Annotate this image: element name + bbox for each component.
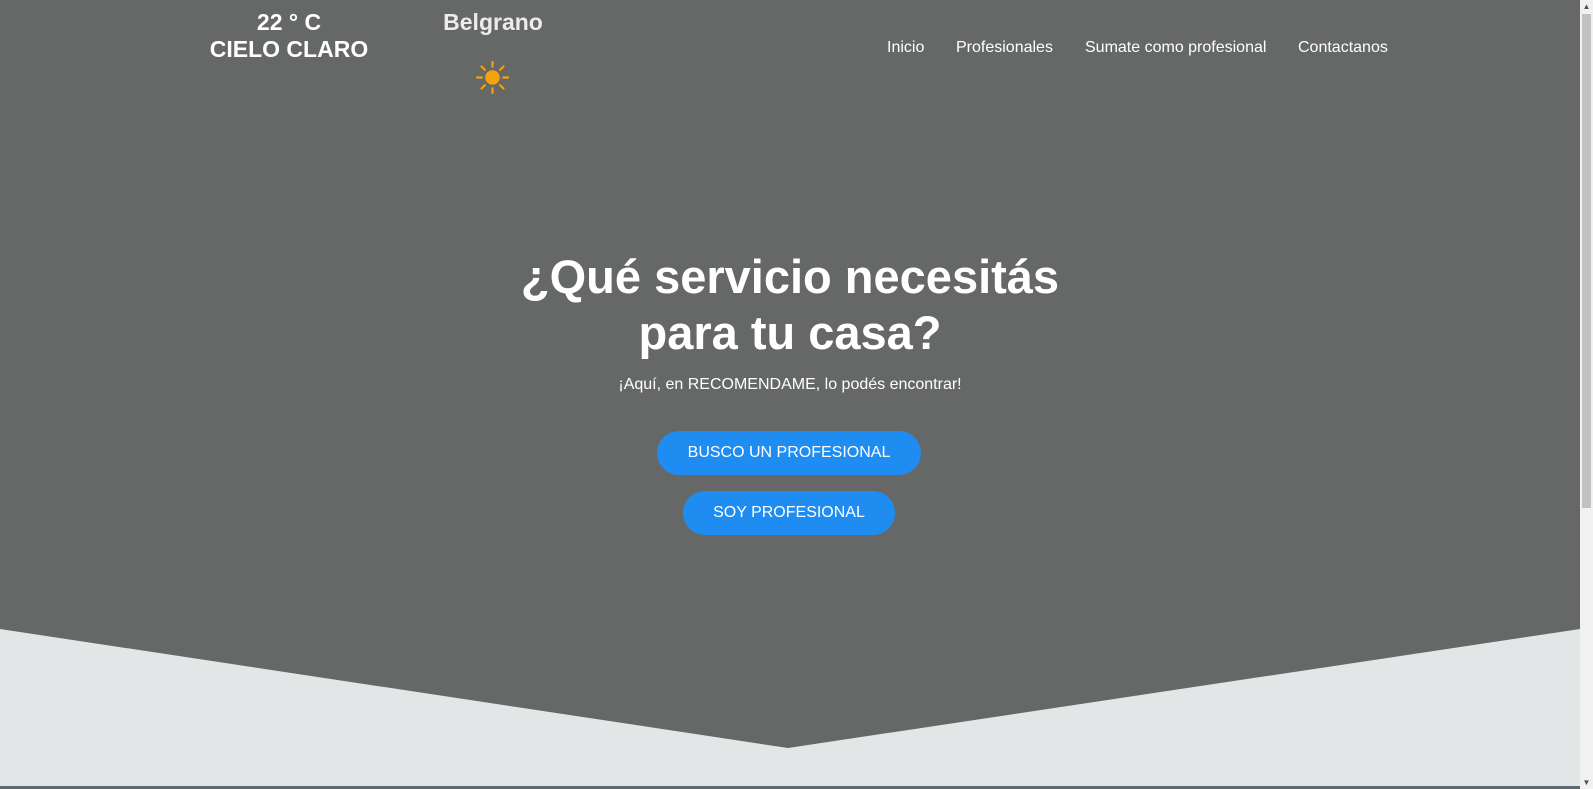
hero-title-line1: ¿Qué servicio necesitás: [520, 250, 1060, 303]
weather-city: Belgrano: [443, 9, 543, 35]
weather-temperature: 22 ° C: [256, 9, 322, 35]
nav-link-inicio[interactable]: Inicio: [887, 37, 924, 59]
scroll-up-icon[interactable]: ▲: [1580, 0, 1593, 13]
nav-link-profesionales[interactable]: Profesionales: [956, 37, 1053, 59]
page: 22 ° C CIELO CLARO Belgrano Inicio Profe…: [0, 0, 1593, 789]
hero-subtitle: ¡Aquí, en RECOMENDAME, lo podés encontra…: [618, 376, 962, 393]
hero-title-line2: para tu casa?: [638, 306, 942, 359]
nav-link-contactanos[interactable]: Contactanos: [1298, 37, 1388, 59]
vertical-scrollbar[interactable]: ▲ ▼: [1580, 0, 1593, 789]
sun-icon: [475, 60, 510, 95]
hero-title: ¿Qué servicio necesitás para tu casa?: [0, 249, 1580, 361]
soy-profesional-button[interactable]: SOY PROFESIONAL: [683, 491, 895, 535]
main-nav: Inicio Profesionales Sumate como profesi…: [0, 37, 1593, 59]
busco-profesional-button[interactable]: BUSCO UN PROFESIONAL: [657, 431, 921, 475]
scrollbar-thumb[interactable]: [1582, 14, 1591, 508]
scroll-down-icon[interactable]: ▼: [1580, 776, 1593, 789]
nav-link-sumate[interactable]: Sumate como profesional: [1085, 37, 1266, 59]
